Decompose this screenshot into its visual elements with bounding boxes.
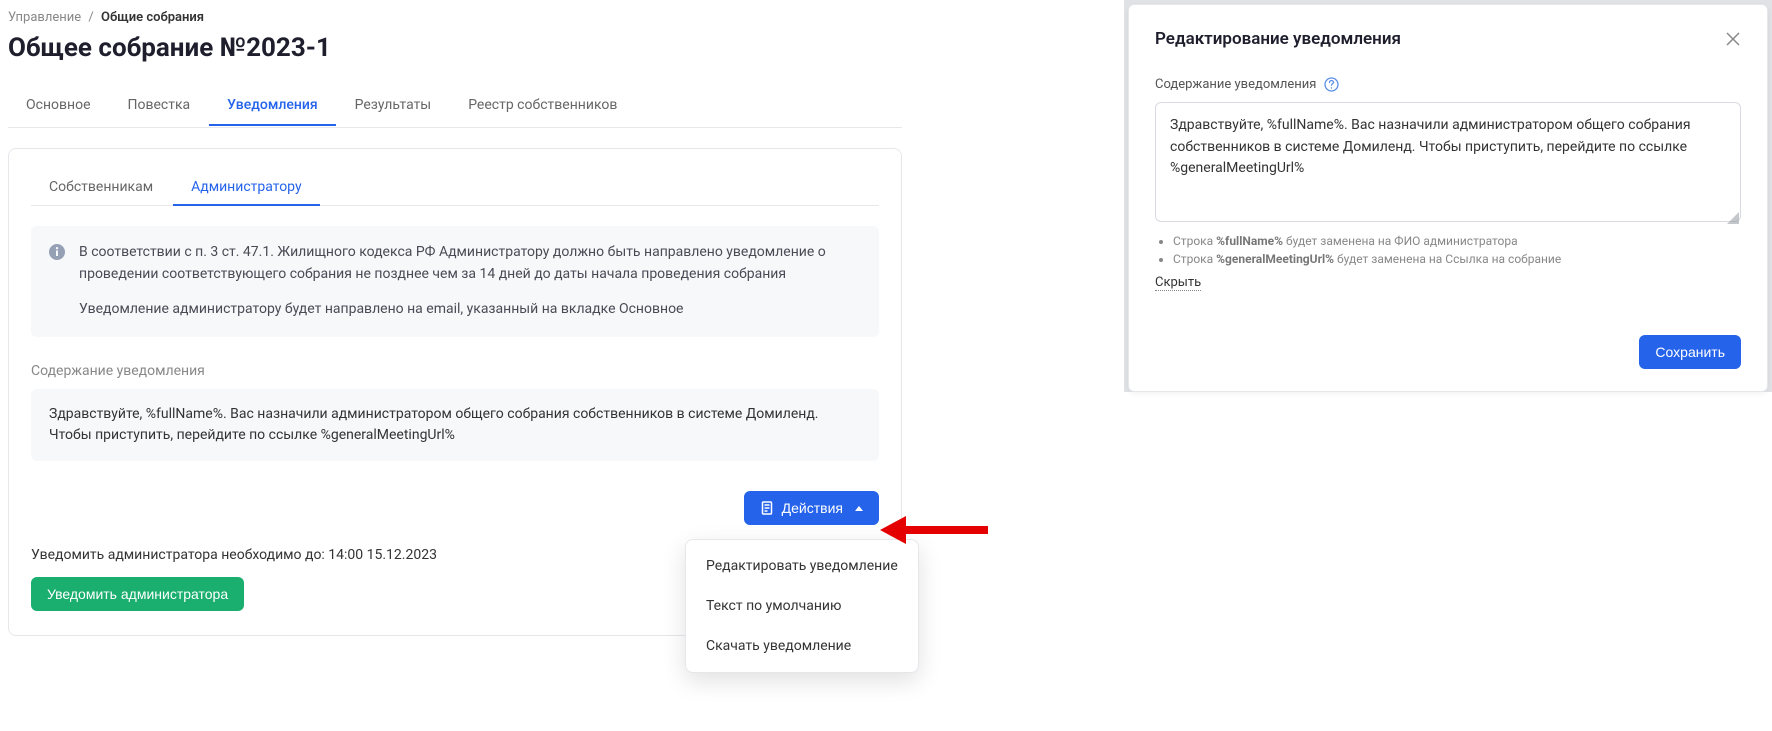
info-box: В соответствии с п. 3 ст. 47.1. Жилищног… [31,226,879,337]
modal-title: Редактирование уведомления [1155,29,1401,49]
inner-tabs: Собственникам Администратору [31,169,879,206]
caret-up-icon [855,506,863,511]
info-text: В соответствии с п. 3 ст. 47.1. Жилищног… [79,242,861,321]
tab-results[interactable]: Результаты [337,85,450,127]
notification-content-textarea[interactable] [1155,102,1741,222]
hide-hints-link[interactable]: Скрыть [1155,275,1201,291]
inner-tab-admin[interactable]: Администратору [173,169,319,205]
content-section-label: Содержание уведомления [31,363,879,379]
page-title: Общее собрание №2023-1 [8,33,902,63]
dropdown-download-notification[interactable]: Скачать уведомление [686,626,918,666]
dropdown-default-text[interactable]: Текст по умолчанию [686,586,918,626]
red-arrow-annotation [880,510,990,554]
save-button[interactable]: Сохранить [1639,335,1741,369]
inner-tab-owners[interactable]: Собственникам [31,169,171,205]
actions-button[interactable]: Действия [744,491,879,525]
info-p1: В соответствии с п. 3 ст. 47.1. Жилищног… [79,242,861,285]
breadcrumb-separator: / [88,10,93,25]
notify-admin-label: Уведомить администратора [47,586,228,602]
actions-dropdown: Редактировать уведомление Текст по умолч… [685,539,919,673]
hint-fullname: Строка %fullName% будет заменена на ФИО … [1173,234,1741,248]
tab-notifications[interactable]: Уведомления [209,85,335,127]
hint-meeting-url: Строка %generalMeetingUrl% будет заменен… [1173,252,1741,266]
close-icon[interactable] [1725,31,1741,47]
edit-notification-modal: Редактирование уведомления Содержание ув… [1128,4,1768,392]
notify-admin-button[interactable]: Уведомить администратора [31,577,244,611]
notifications-card: Собственникам Администратору В соответст… [8,148,902,636]
modal-backdrop: Редактирование уведомления Содержание ув… [1124,0,1772,392]
content-preview: Здравствуйте, %fullName%. Вас назначили … [31,389,879,461]
tab-owners-registry[interactable]: Реестр собственников [450,85,635,127]
help-icon[interactable] [1324,77,1339,92]
breadcrumb-root[interactable]: Управление [8,10,81,25]
field-label: Содержание уведомления [1155,77,1316,92]
info-icon [49,244,65,260]
resize-handle-icon[interactable] [1727,212,1739,224]
hints-list: Строка %fullName% будет заменена на ФИО … [1173,234,1741,266]
breadcrumb: Управление / Общие собрания [8,10,902,25]
main-tabs: Основное Повестка Уведомления Результаты… [8,85,902,128]
tab-main[interactable]: Основное [8,85,109,127]
document-icon [760,501,774,515]
breadcrumb-current: Общие собрания [101,10,204,25]
info-p2: Уведомление администратору будет направл… [79,299,861,321]
tab-agenda[interactable]: Повестка [110,85,209,127]
actions-button-label: Действия [782,500,843,516]
save-button-label: Сохранить [1655,344,1725,360]
